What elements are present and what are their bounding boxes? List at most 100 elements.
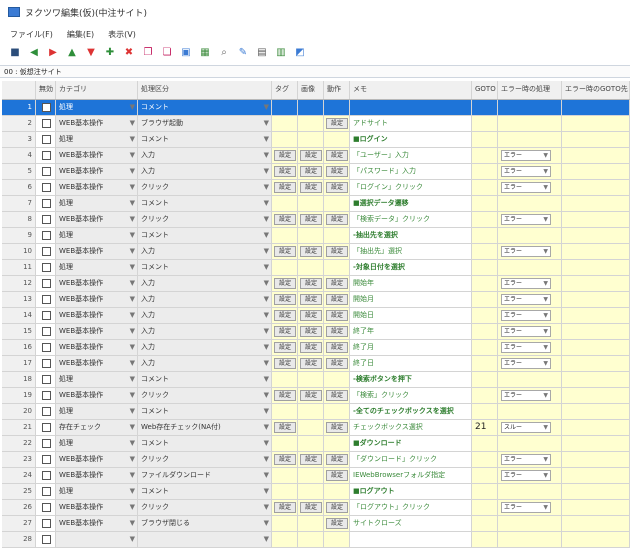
chevron-down-icon[interactable]: ▼: [130, 388, 135, 403]
table-row[interactable]: 7 処理 ▼ コメント ▼ ■選択データ遷移: [2, 196, 630, 212]
table-row[interactable]: 9 処理 ▼ コメント ▼ -抽出先を選択: [2, 228, 630, 244]
chevron-down-icon[interactable]: ▼: [543, 167, 548, 177]
table-row[interactable]: 5 WEB基本操作 ▼ 入力 ▼ 設定 設定 設定 「パスワード」入力 エラー ▼: [2, 164, 630, 180]
action-setting-button[interactable]: 設定: [326, 342, 348, 353]
chevron-down-icon[interactable]: ▼: [543, 359, 548, 369]
table-row[interactable]: 27 WEB基本操作 ▼ ブラウザ閉じる ▼ 設定 サイトクローズ: [2, 516, 630, 532]
goto-cell[interactable]: [472, 212, 498, 228]
chevron-down-icon[interactable]: ▼: [264, 260, 269, 275]
process-select[interactable]: コメント ▼: [138, 260, 272, 276]
row-number[interactable]: 12: [2, 276, 36, 292]
memo-cell[interactable]: -全てのチェックボックスを選択: [350, 404, 472, 420]
process-select[interactable]: 入力 ▼: [138, 356, 272, 372]
disabled-checkbox[interactable]: [42, 151, 51, 160]
memo-cell[interactable]: 「ユーザー」入力: [350, 148, 472, 164]
process-select[interactable]: クリック ▼: [138, 388, 272, 404]
process-select[interactable]: コメント ▼: [138, 404, 272, 420]
image-setting-button[interactable]: 設定: [300, 342, 322, 353]
chevron-down-icon[interactable]: ▼: [130, 452, 135, 467]
chevron-down-icon[interactable]: ▼: [130, 356, 135, 371]
goto-cell[interactable]: [472, 196, 498, 212]
category-select[interactable]: WEB基本操作 ▼: [56, 340, 138, 356]
on-error-goto-cell[interactable]: [562, 500, 630, 516]
on-error-select[interactable]: エラー ▼: [501, 454, 551, 465]
on-error-goto-cell[interactable]: [562, 420, 630, 436]
on-error-goto-cell[interactable]: [562, 148, 630, 164]
goto-cell[interactable]: [472, 116, 498, 132]
category-select[interactable]: WEB基本操作 ▼: [56, 324, 138, 340]
goto-cell[interactable]: [472, 100, 498, 116]
goto-cell[interactable]: [472, 388, 498, 404]
on-error-select[interactable]: エラー ▼: [501, 326, 551, 337]
category-select[interactable]: WEB基本操作 ▼: [56, 244, 138, 260]
category-select[interactable]: WEB基本操作 ▼: [56, 116, 138, 132]
category-select[interactable]: 処理 ▼: [56, 372, 138, 388]
chevron-down-icon[interactable]: ▼: [543, 215, 548, 225]
row-number[interactable]: 9: [2, 228, 36, 244]
disabled-checkbox[interactable]: [42, 103, 51, 112]
tag-setting-button[interactable]: 設定: [274, 310, 296, 321]
on-error-goto-cell[interactable]: [562, 516, 630, 532]
chevron-down-icon[interactable]: ▼: [264, 100, 269, 115]
table-row[interactable]: 11 処理 ▼ コメント ▼ -対象日付を選択: [2, 260, 630, 276]
goto-cell[interactable]: [472, 260, 498, 276]
header-on-error[interactable]: エラー時の処理: [498, 81, 562, 99]
on-error-goto-cell[interactable]: [562, 260, 630, 276]
action-setting-button[interactable]: 設定: [326, 278, 348, 289]
goto-cell[interactable]: [472, 532, 498, 548]
image-setting-button[interactable]: 設定: [300, 166, 322, 177]
chevron-down-icon[interactable]: ▼: [543, 295, 548, 305]
chevron-down-icon[interactable]: ▼: [264, 324, 269, 339]
chevron-down-icon[interactable]: ▼: [130, 116, 135, 131]
memo-cell[interactable]: 「抽出先」選択: [350, 244, 472, 260]
memo-cell[interactable]: -対象日付を選択: [350, 260, 472, 276]
disabled-checkbox[interactable]: [42, 455, 51, 464]
search-icon[interactable]: ⌕: [217, 47, 231, 59]
chevron-down-icon[interactable]: ▼: [543, 423, 548, 433]
row-number[interactable]: 4: [2, 148, 36, 164]
on-error-goto-cell[interactable]: [562, 436, 630, 452]
process-select[interactable]: コメント ▼: [138, 484, 272, 500]
memo-cell[interactable]: ■選択データ遷移: [350, 196, 472, 212]
row-number[interactable]: 18: [2, 372, 36, 388]
table-row[interactable]: 8 WEB基本操作 ▼ クリック ▼ 設定 設定 設定 「検索データ」クリック エラー ▼: [2, 212, 630, 228]
on-error-select[interactable]: エラー ▼: [501, 294, 551, 305]
row-number[interactable]: 28: [2, 532, 36, 548]
disabled-checkbox[interactable]: [42, 231, 51, 240]
disabled-checkbox[interactable]: [42, 183, 51, 192]
disabled-checkbox[interactable]: [42, 327, 51, 336]
action-setting-button[interactable]: 設定: [326, 422, 348, 433]
on-error-select[interactable]: エラー ▼: [501, 358, 551, 369]
chevron-down-icon[interactable]: ▼: [543, 391, 548, 401]
disabled-checkbox[interactable]: [42, 135, 51, 144]
action-setting-button[interactable]: 設定: [326, 166, 348, 177]
process-select[interactable]: コメント ▼: [138, 132, 272, 148]
chevron-down-icon[interactable]: ▼: [264, 212, 269, 227]
row-number[interactable]: 14: [2, 308, 36, 324]
category-select[interactable]: 処理 ▼: [56, 100, 138, 116]
on-error-select[interactable]: エラー ▼: [501, 390, 551, 401]
process-select[interactable]: Web存在チェック(NA付) ▼: [138, 420, 272, 436]
chevron-down-icon[interactable]: ▼: [130, 164, 135, 179]
table-row[interactable]: 19 WEB基本操作 ▼ クリック ▼ 設定 設定 設定 「検索」クリック エラー ▼: [2, 388, 630, 404]
on-error-goto-cell[interactable]: [562, 244, 630, 260]
on-error-goto-cell[interactable]: [562, 116, 630, 132]
table-row[interactable]: 16 WEB基本操作 ▼ 入力 ▼ 設定 設定 設定 終了月 エラー ▼: [2, 340, 630, 356]
table-row[interactable]: 18 処理 ▼ コメント ▼ -検索ボタンを押下: [2, 372, 630, 388]
tag-setting-button[interactable]: 設定: [274, 390, 296, 401]
delete-row-icon[interactable]: ✖: [122, 47, 136, 59]
goto-cell[interactable]: [472, 452, 498, 468]
chevron-down-icon[interactable]: ▼: [264, 532, 269, 547]
chevron-down-icon[interactable]: ▼: [130, 276, 135, 291]
memo-cell[interactable]: -抽出先を選択: [350, 228, 472, 244]
header-category[interactable]: カテゴリ: [56, 81, 138, 99]
row-number[interactable]: 7: [2, 196, 36, 212]
tag-setting-button[interactable]: 設定: [274, 326, 296, 337]
disabled-checkbox[interactable]: [42, 359, 51, 368]
chevron-down-icon[interactable]: ▼: [543, 279, 548, 289]
chevron-down-icon[interactable]: ▼: [264, 116, 269, 131]
chevron-down-icon[interactable]: ▼: [264, 196, 269, 211]
image-setting-button[interactable]: 設定: [300, 358, 322, 369]
chevron-down-icon[interactable]: ▼: [543, 503, 548, 513]
action-setting-button[interactable]: 設定: [326, 294, 348, 305]
